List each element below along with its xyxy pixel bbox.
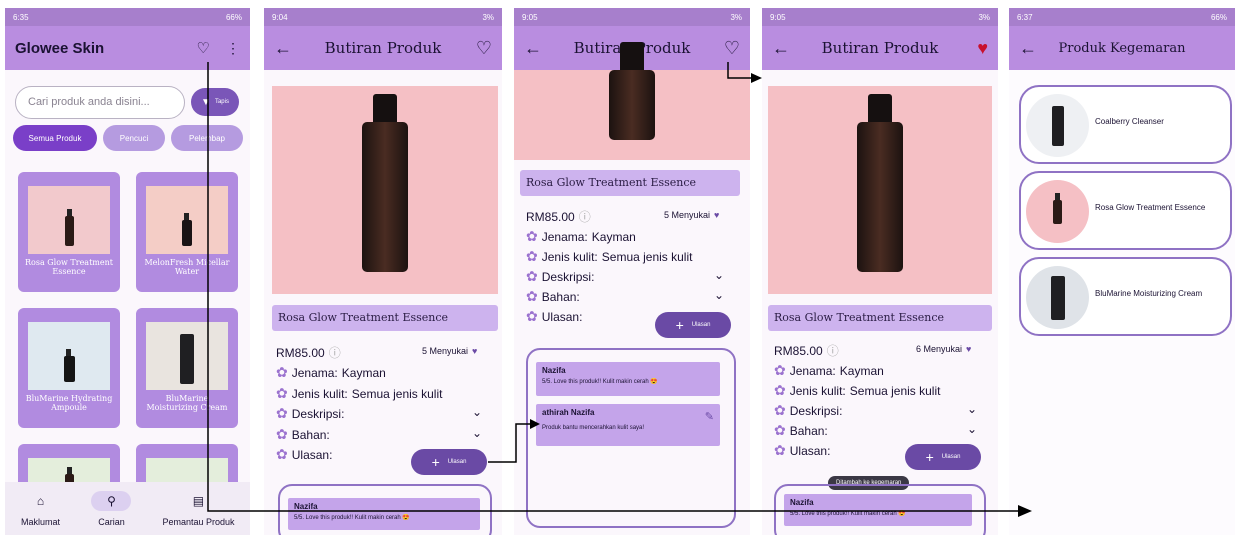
flow-arrows xyxy=(207,62,1032,517)
